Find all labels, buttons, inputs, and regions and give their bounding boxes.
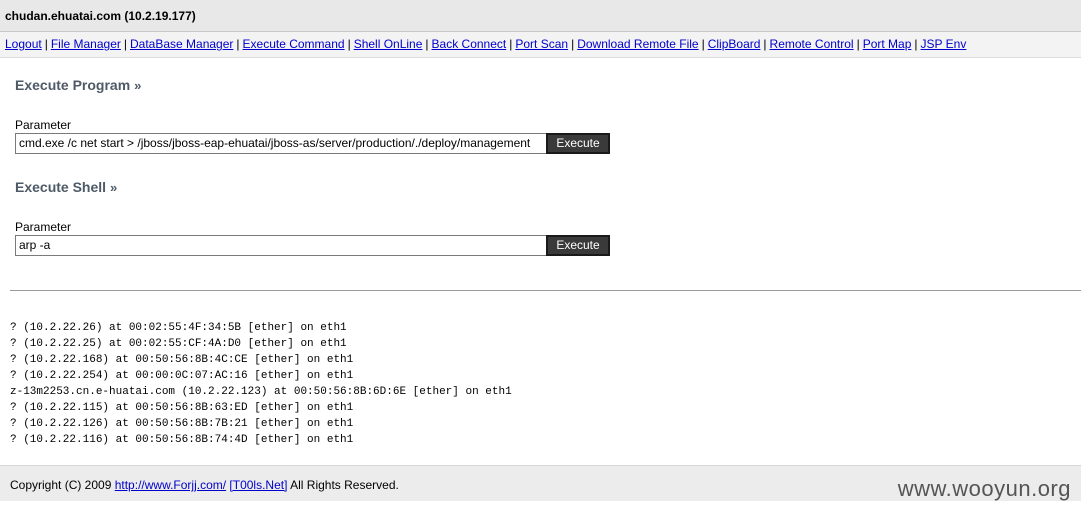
- program-execute-button[interactable]: Execute: [546, 133, 610, 154]
- nav-bar: Logout | File Manager | DataBase Manager | Exe…: [0, 32, 1081, 58]
- command-output: ? (10.2.22.26) at 00:02:55:4F:34:5B [eth…: [10, 320, 512, 448]
- nav-link-back-connect[interactable]: Back Connect: [432, 37, 507, 51]
- shell-parameter-label: Parameter: [15, 220, 72, 234]
- nav-separator: |: [914, 37, 918, 51]
- output-line: ? (10.2.22.254) at 00:00:0C:07:AC:16 [et…: [10, 370, 354, 382]
- top-bar: chudan.ehuatai.com (10.2.19.177): [0, 0, 1081, 32]
- nav-link-execute-command[interactable]: Execute Command: [243, 37, 345, 51]
- copyright-text: Copyright (C) 2009 http://www.Forjj.com/…: [10, 478, 399, 492]
- nav-link-logout[interactable]: Logout: [5, 37, 42, 51]
- copyright-suffix: All Rights Reserved.: [287, 478, 399, 492]
- raquo-icon: »: [134, 78, 142, 93]
- host-title: chudan.ehuatai.com (10.2.19.177): [5, 9, 196, 23]
- program-parameter-label: Parameter: [15, 118, 72, 132]
- nav-link-download-remote-file[interactable]: Download Remote File: [577, 37, 698, 51]
- execute-shell-title-text: Execute Shell: [15, 179, 107, 195]
- nav-link-port-map[interactable]: Port Map: [863, 37, 912, 51]
- nav-link-database-manager[interactable]: DataBase Manager: [130, 37, 233, 51]
- nav-separator: |: [701, 37, 705, 51]
- nav-link-shell-online[interactable]: Shell OnLine: [354, 37, 423, 51]
- output-line: ? (10.2.22.25) at 00:02:55:CF:4A:D0 [eth…: [10, 338, 347, 350]
- nav-link-port-scan[interactable]: Port Scan: [515, 37, 568, 51]
- t00ls-link[interactable]: [T00ls.Net]: [229, 478, 287, 492]
- nav-links: Logout | File Manager | DataBase Manager | Exe…: [5, 37, 966, 51]
- nav-link-file-manager[interactable]: File Manager: [51, 37, 121, 51]
- shell-execute-button[interactable]: Execute: [546, 235, 610, 256]
- execute-shell-title: Execute Shell »: [15, 179, 117, 195]
- forjj-link[interactable]: http://www.Forjj.com/: [115, 478, 226, 492]
- watermark: www.wooyun.org: [897, 476, 1071, 501]
- section-divider: [10, 290, 1081, 291]
- nav-separator: |: [509, 37, 513, 51]
- output-line: ? (10.2.22.26) at 00:02:55:4F:34:5B [eth…: [10, 322, 347, 334]
- shell-parameter-input[interactable]: arp -a: [15, 235, 547, 256]
- execute-program-title: Execute Program »: [15, 77, 141, 93]
- output-line: z-13m2253.cn.e-huatai.com (10.2.22.123) …: [10, 386, 512, 398]
- nav-separator: |: [236, 37, 240, 51]
- nav-link-clipboard[interactable]: ClipBoard: [708, 37, 761, 51]
- nav-separator: |: [347, 37, 351, 51]
- nav-separator: |: [425, 37, 429, 51]
- output-line: ? (10.2.22.116) at 00:50:56:8B:74:4D [et…: [10, 434, 354, 446]
- execute-program-title-text: Execute Program: [15, 77, 131, 93]
- nav-separator: |: [123, 37, 127, 51]
- nav-link-jsp-env[interactable]: JSP Env: [921, 37, 967, 51]
- raquo-icon: »: [109, 180, 118, 195]
- nav-separator: |: [763, 37, 767, 51]
- nav-link-remote-control[interactable]: Remote Control: [770, 37, 854, 51]
- nav-separator: |: [44, 37, 48, 51]
- output-line: ? (10.2.22.126) at 00:50:56:8B:7B:21 [et…: [10, 418, 354, 430]
- output-line: ? (10.2.22.168) at 00:50:56:8B:4C:CE [et…: [10, 354, 354, 366]
- nav-separator: |: [856, 37, 860, 51]
- output-line: ? (10.2.22.115) at 00:50:56:8B:63:ED [et…: [10, 402, 354, 414]
- program-parameter-input[interactable]: cmd.exe /c net start > /jboss/jboss-eap-…: [15, 133, 547, 154]
- copyright-prefix: Copyright (C) 2009: [10, 478, 115, 492]
- nav-separator: |: [571, 37, 575, 51]
